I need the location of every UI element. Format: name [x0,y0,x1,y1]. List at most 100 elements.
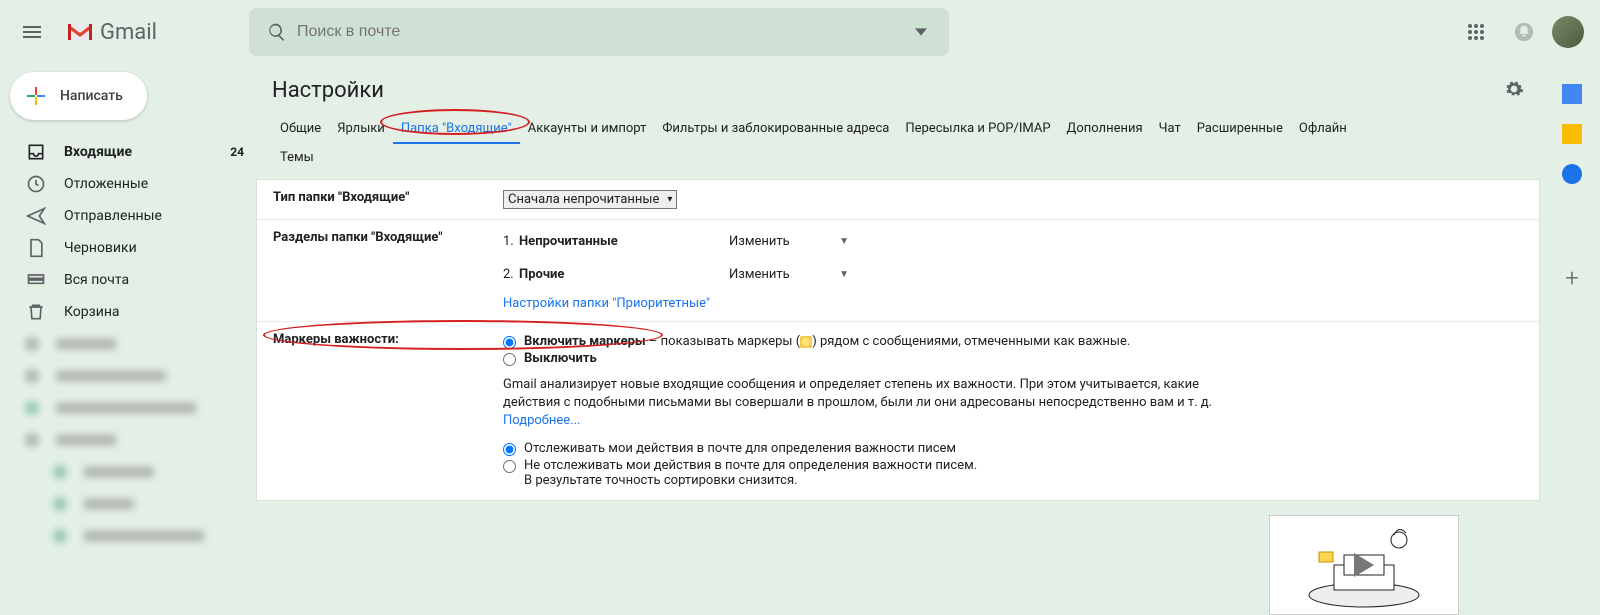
learn-more-link[interactable]: Подробнее... [503,413,580,428]
tab-labels[interactable]: Ярлыки [329,115,393,144]
inbox-type-label: Тип папки "Входящие" [273,190,503,209]
compose-button[interactable]: Написать [10,72,147,120]
plus-icon [24,84,48,108]
tab-addons[interactable]: Дополнения [1059,115,1151,144]
sidebar-item-label: Вся почта [64,272,129,288]
track-off-label: Не отслеживать мои действия в почте для … [524,458,977,473]
search-icon[interactable] [257,22,297,42]
sidebar-item-label: Корзина [64,304,120,320]
sidebar-item-label: Отложенные [64,176,148,192]
apps-grid-icon [1467,23,1485,41]
sidebar-item-count: 24 [230,145,244,159]
search-bar[interactable] [249,8,949,56]
inbox-sections-label: Разделы папки "Входящие" [273,230,503,311]
track-off-radio[interactable] [503,460,516,473]
notifications-button[interactable] [1504,12,1544,52]
get-addons-button[interactable]: + [1565,264,1579,292]
search-options-dropdown[interactable] [901,26,941,38]
tab-inbox[interactable]: Папка "Входящие" [393,115,520,144]
caret-down-icon: ▼ [839,236,849,247]
priority-inbox-settings-link[interactable]: Настройки папки "Приоритетные" [503,296,710,311]
bell-icon [1513,21,1535,43]
sidebar-item-allmail[interactable]: Вся почта [0,264,256,296]
sidebar-item-drafts[interactable]: Черновики [0,232,256,264]
section-number: 1. [503,234,519,249]
stack-icon [26,270,46,290]
sidebar-item-redacted [0,328,256,360]
importance-video-preview[interactable] [1269,515,1459,615]
calendar-addon-button[interactable] [1562,84,1582,104]
inbox-icon [26,142,46,162]
track-off-option[interactable]: Не отслеживать мои действия в почте для … [503,458,1523,488]
main-menu-button[interactable] [8,8,56,56]
settings-gear-button[interactable] [1504,79,1524,103]
settings-tabs: Общие Ярлыки Папка "Входящие" Аккаунты и… [256,103,1540,171]
compose-label: Написать [60,88,123,104]
track-on-label: Отслеживать мои действия в почте для опр… [524,441,956,456]
gmail-icon [64,20,96,44]
inbox-sections-row: Разделы папки "Входящие" 1. Непрочитанны… [257,220,1539,322]
header: Gmail [0,0,1600,64]
tasks-addon-button[interactable] [1562,164,1582,184]
sidebar-item-redacted [0,360,256,392]
tab-chat[interactable]: Чат [1151,115,1189,144]
importance-markers-row: Маркеры важности: Включить маркеры – пок… [257,322,1539,500]
sidebar-item-label: Входящие [64,144,132,160]
section-name: Непрочитанные [519,234,729,249]
section-name: Прочие [519,267,729,282]
tab-general[interactable]: Общие [272,115,329,144]
inbox-type-select[interactable]: Сначала непрочитанные [503,190,677,209]
main: Настройки Общие Ярлыки Папка "Входящие" … [256,64,1600,552]
tab-advanced[interactable]: Расширенные [1189,115,1291,144]
section-number: 2. [503,267,519,282]
tab-offline[interactable]: Офлайн [1291,115,1355,144]
sidebar-item-inbox[interactable]: Входящие 24 [0,136,256,168]
markers-on-option[interactable]: Включить маркеры – показывать маркеры ()… [503,334,1523,349]
section-change-dropdown[interactable]: Изменить▼ [729,234,849,249]
apps-button[interactable] [1456,12,1496,52]
tab-filters[interactable]: Фильтры и заблокированные адреса [654,115,897,144]
caret-down-icon: ▼ [839,269,849,280]
clock-icon [26,174,46,194]
sidebar-item-trash[interactable]: Корзина [0,296,256,328]
track-off-note: В результате точность сортировки снизитс… [524,473,798,488]
sidebar-item-snoozed[interactable]: Отложенные [0,168,256,200]
markers-off-radio[interactable] [503,353,516,366]
sidebar-item-redacted [0,456,256,488]
sidebar-item-label: Черновики [64,240,137,256]
markers-on-radio[interactable] [503,336,516,349]
importance-markers-label: Маркеры важности: [273,332,503,490]
sidebar-item-redacted [0,520,256,552]
tab-themes[interactable]: Темы [272,144,322,171]
sidebar: Написать Входящие 24 Отложенные Отправле… [0,64,256,552]
trash-icon [26,302,46,322]
section-change-dropdown[interactable]: Изменить▼ [729,267,849,282]
send-icon [26,206,46,226]
avatar[interactable] [1552,16,1584,48]
tab-forwarding[interactable]: Пересылка и POP/IMAP [897,115,1058,144]
markers-on-label: Включить маркеры [524,334,646,349]
file-icon [26,238,46,258]
sidebar-item-redacted [0,424,256,456]
hamburger-icon [20,20,44,44]
logo[interactable]: Gmail [56,20,241,45]
caret-down-icon [915,26,927,38]
tab-accounts[interactable]: Аккаунты и импорт [520,115,655,144]
track-on-option[interactable]: Отслеживать мои действия в почте для опр… [503,441,1523,456]
markers-off-label: Выключить [524,351,597,366]
inbox-type-row: Тип папки "Входящие" Сначала непрочитанн… [257,180,1539,220]
importance-marker-icon [800,336,812,348]
markers-off-option[interactable]: Выключить [503,351,1523,366]
keep-addon-button[interactable] [1562,124,1582,144]
sidebar-item-sent[interactable]: Отправленные [0,200,256,232]
track-on-radio[interactable] [503,443,516,456]
search-input[interactable] [297,23,901,41]
importance-description: Gmail анализирует новые входящие сообщен… [503,376,1223,431]
sidebar-item-redacted [0,392,256,424]
brand-text: Gmail [100,20,157,45]
gear-icon [1504,79,1524,99]
header-right [1456,12,1592,52]
settings-panel: Тип папки "Входящие" Сначала непрочитанн… [256,179,1540,501]
sidebar-item-label: Отправленные [64,208,162,224]
page-title: Настройки [272,78,384,103]
